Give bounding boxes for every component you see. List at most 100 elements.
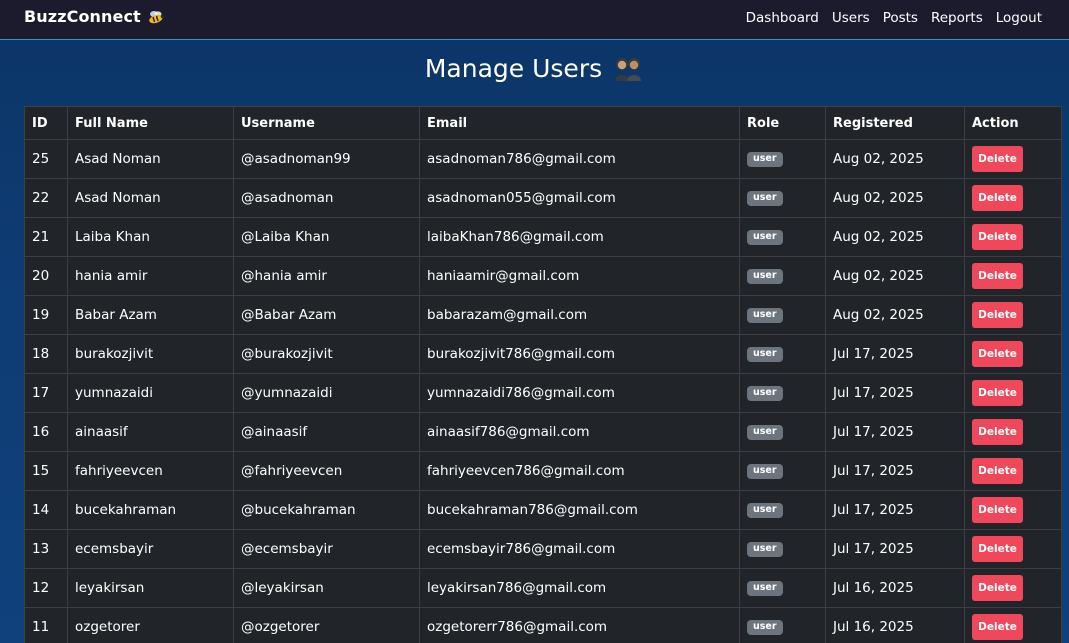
table-row: 12 leyakirsan @leyakirsan leyakirsan786@gma… bbox=[24, 568, 1062, 608]
nav-link-posts[interactable]: Posts bbox=[883, 10, 918, 26]
cell-full-name: burakozjivit bbox=[67, 334, 234, 374]
cell-id: 14 bbox=[24, 490, 68, 530]
cell-id: 22 bbox=[24, 178, 68, 218]
nav-link-users[interactable]: Users bbox=[832, 10, 870, 26]
cell-full-name: Laiba Khan bbox=[67, 217, 234, 257]
cell-registered: Aug 02, 2025 bbox=[825, 139, 965, 179]
cell-email: fahriyeevcen786@gmail.com bbox=[419, 451, 740, 491]
cell-email: ainaasif786@gmail.com bbox=[419, 412, 740, 452]
cell-role: user bbox=[739, 451, 826, 491]
cell-username: @ozgetorer bbox=[233, 607, 420, 643]
cell-id: 17 bbox=[24, 373, 68, 413]
cell-action: Delete bbox=[964, 412, 1062, 452]
header-action: Action bbox=[964, 106, 1062, 140]
cell-action: Delete bbox=[964, 373, 1062, 413]
cell-username: @burakozjivit bbox=[233, 334, 420, 374]
delete-button[interactable]: Delete bbox=[972, 302, 1023, 328]
cell-email: bucekahraman786@gmail.com bbox=[419, 490, 740, 530]
cell-action: Delete bbox=[964, 568, 1062, 608]
delete-button[interactable]: Delete bbox=[972, 458, 1023, 484]
cell-registered: Aug 02, 2025 bbox=[825, 217, 965, 257]
table-row: 14 bucekahraman @bucekahraman bucekahraman7… bbox=[24, 490, 1062, 530]
cell-registered: Jul 17, 2025 bbox=[825, 490, 965, 530]
delete-button[interactable]: Delete bbox=[972, 146, 1023, 172]
cell-username: @ainaasif bbox=[233, 412, 420, 452]
cell-email: laibaKhan786@gmail.com bbox=[419, 217, 740, 257]
cell-role: user bbox=[739, 334, 826, 374]
cell-role: user bbox=[739, 529, 826, 569]
delete-button[interactable]: Delete bbox=[972, 614, 1023, 640]
table-row: 19 Babar Azam @Babar Azam babarazam@gmail.c… bbox=[24, 295, 1062, 335]
nav-link-reports[interactable]: Reports bbox=[931, 10, 983, 26]
nav-link-dashboard[interactable]: Dashboard bbox=[746, 10, 819, 26]
cell-full-name: ainaasif bbox=[67, 412, 234, 452]
table-row: 18 burakozjivit @burakozjivit burakozjivit7… bbox=[24, 334, 1062, 374]
cell-role: user bbox=[739, 139, 826, 179]
brand-name: BuzzConnect bbox=[24, 7, 141, 26]
cell-id: 25 bbox=[24, 139, 68, 179]
cell-full-name: hania amir bbox=[67, 256, 234, 296]
cell-role: user bbox=[739, 295, 826, 335]
cell-full-name: Asad Noman bbox=[67, 178, 234, 218]
table-body: 25 Asad Noman @asadnoman99 asadnoman786@gma… bbox=[24, 139, 1062, 643]
header-role: Role bbox=[739, 106, 826, 140]
cell-id: 15 bbox=[24, 451, 68, 491]
cell-registered: Aug 02, 2025 bbox=[825, 295, 965, 335]
role-badge: user bbox=[747, 151, 783, 167]
cell-username: @Babar Azam bbox=[233, 295, 420, 335]
role-badge: user bbox=[747, 346, 783, 362]
cell-action: Delete bbox=[964, 178, 1062, 218]
cell-username: @bucekahraman bbox=[233, 490, 420, 530]
role-badge: user bbox=[747, 619, 783, 635]
role-badge: user bbox=[747, 502, 783, 518]
role-badge: user bbox=[747, 190, 783, 206]
role-badge: user bbox=[747, 463, 783, 479]
page-title: Manage Users bbox=[424, 54, 603, 83]
cell-email: yumnazaidi786@gmail.com bbox=[419, 373, 740, 413]
cell-username: @yumnazaidi bbox=[233, 373, 420, 413]
bee-icon bbox=[149, 10, 165, 23]
header-full-name: Full Name bbox=[67, 106, 234, 140]
cell-action: Delete bbox=[964, 490, 1062, 530]
table-row: 21 Laiba Khan @Laiba Khan laibaKhan786@gmai… bbox=[24, 217, 1062, 257]
cell-username: @asadnoman99 bbox=[233, 139, 420, 179]
users-table: ID Full Name Username Email Role Registered Ac… bbox=[24, 106, 1062, 643]
cell-role: user bbox=[739, 373, 826, 413]
cell-registered: Aug 02, 2025 bbox=[825, 256, 965, 296]
delete-button[interactable]: Delete bbox=[972, 341, 1023, 367]
cell-email: ozgetorerr786@gmail.com bbox=[419, 607, 740, 643]
cell-role: user bbox=[739, 607, 826, 643]
nav-link-logout[interactable]: Logout bbox=[996, 10, 1042, 26]
cell-id: 12 bbox=[24, 568, 68, 608]
cell-action: Delete bbox=[964, 139, 1062, 179]
cell-action: Delete bbox=[964, 334, 1062, 374]
table-row: 11 ozgetorer @ozgetorer ozgetorerr786@gmail… bbox=[24, 607, 1062, 643]
cell-full-name: bucekahraman bbox=[67, 490, 234, 530]
cell-registered: Jul 17, 2025 bbox=[825, 373, 965, 413]
cell-full-name: Babar Azam bbox=[67, 295, 234, 335]
cell-registered: Jul 17, 2025 bbox=[825, 334, 965, 374]
delete-button[interactable]: Delete bbox=[972, 419, 1023, 445]
delete-button[interactable]: Delete bbox=[972, 224, 1023, 250]
header-registered: Registered bbox=[825, 106, 965, 140]
role-badge: user bbox=[747, 229, 783, 245]
delete-button[interactable]: Delete bbox=[972, 380, 1023, 406]
header-email: Email bbox=[419, 106, 740, 140]
delete-button[interactable]: Delete bbox=[972, 536, 1023, 562]
delete-button[interactable]: Delete bbox=[972, 185, 1023, 211]
cell-registered: Jul 16, 2025 bbox=[825, 607, 965, 643]
cell-role: user bbox=[739, 568, 826, 608]
cell-registered: Jul 17, 2025 bbox=[825, 412, 965, 452]
table-row: 15 fahriyeevcen @fahriyeevcen fahriyeevcen7… bbox=[24, 451, 1062, 491]
cell-email: asadnoman786@gmail.com bbox=[419, 139, 740, 179]
cell-full-name: yumnazaidi bbox=[67, 373, 234, 413]
cell-id: 20 bbox=[24, 256, 68, 296]
delete-button[interactable]: Delete bbox=[972, 497, 1023, 523]
table-row: 17 yumnazaidi @yumnazaidi yumnazaidi786@gma… bbox=[24, 373, 1062, 413]
header-id: ID bbox=[24, 106, 68, 140]
brand[interactable]: BuzzConnect bbox=[24, 7, 165, 26]
delete-button[interactable]: Delete bbox=[972, 263, 1023, 289]
delete-button[interactable]: Delete bbox=[972, 575, 1023, 601]
cell-id: 13 bbox=[24, 529, 68, 569]
header-username: Username bbox=[233, 106, 420, 140]
